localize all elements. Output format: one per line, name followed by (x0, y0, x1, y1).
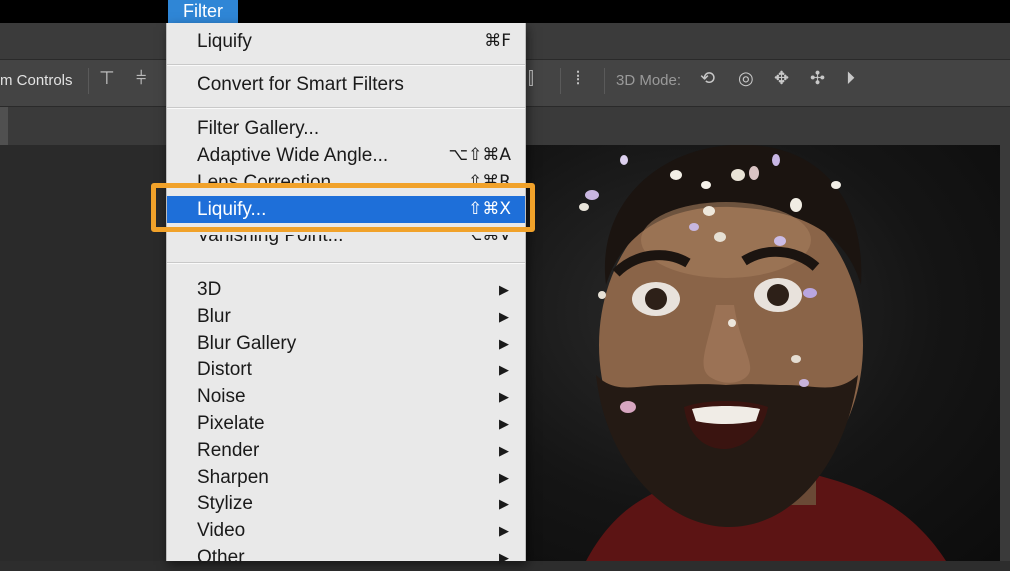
filter-menu-dropdown: Liquify ⌘F Convert for Smart Filters Fil… (166, 23, 526, 568)
menu-item-label: Video (197, 520, 246, 542)
menu-item-render[interactable]: Render ▶ (167, 437, 525, 464)
menu-item-shortcut: ⌥⌘V (462, 235, 511, 245)
menu-separator (167, 65, 525, 66)
toolbar-divider (88, 68, 89, 94)
menu-item-shortcut: ⌥⇧⌘A (448, 145, 511, 165)
submenu-arrow-icon: ▶ (499, 362, 509, 378)
menu-item-blur[interactable]: Blur ▶ (167, 303, 525, 330)
menu-item-label: Stylize (197, 493, 253, 515)
submenu-arrow-icon: ▶ (499, 469, 509, 485)
document-tab[interactable] (0, 107, 8, 145)
menu-item-label: 3D (197, 279, 222, 300)
menu-item-label: Other (197, 547, 245, 568)
menu-item-other[interactable]: Other ▶ (167, 544, 525, 571)
mode-3d-label: 3D Mode: (616, 72, 682, 89)
submenu-arrow-icon: ▶ (499, 416, 509, 431)
drag-3d-icon[interactable]: ✥ (774, 68, 789, 89)
distribute-icon[interactable]: ⫿ (528, 68, 534, 89)
align-vcenter-icon[interactable]: ⫩ (136, 68, 146, 89)
menu-item-filter-gallery[interactable]: Filter Gallery... (167, 115, 525, 142)
menu-item-stylize[interactable]: Stylize ▶ (167, 490, 525, 517)
menu-item-video[interactable]: Video ▶ (167, 517, 525, 544)
menu-separator (167, 108, 525, 109)
menu-item-blur-gallery[interactable]: Blur Gallery ▶ (167, 330, 525, 357)
submenu-arrow-icon: ▶ (499, 442, 509, 458)
menu-item-adaptive-wide-angle[interactable]: Adaptive Wide Angle... ⌥⇧⌘A (167, 142, 525, 169)
submenu-arrow-icon: ▶ (499, 335, 509, 351)
rotate-3d-icon[interactable]: ⟲ (700, 68, 715, 89)
menu-item-label: Render (197, 439, 260, 461)
canvas-margin (1000, 145, 1010, 561)
submenu-arrow-icon: ▶ (499, 523, 509, 539)
menu-item-label: Sharpen (197, 466, 269, 488)
menu-item-shortcut: ⌘F (484, 31, 511, 51)
menu-item-label: Filter Gallery... (197, 118, 320, 139)
align-top-icon[interactable]: ⊤ (99, 68, 115, 89)
menu-item-pixelate[interactable]: Pixelate ▶ (167, 410, 525, 437)
annotation-highlight-box (151, 183, 535, 232)
menu-bar (0, 0, 1010, 23)
menu-item-label: Lens Correction... (197, 172, 347, 184)
menu-separator (167, 263, 525, 264)
slide-3d-icon[interactable]: ✣ (810, 68, 825, 89)
menu-item-label: Convert for Smart Filters (197, 74, 404, 95)
menu-item-convert-smart-filters[interactable]: Convert for Smart Filters (167, 71, 525, 98)
menu-item-label: Pixelate (197, 413, 265, 434)
submenu-arrow-icon: ▶ (499, 308, 509, 324)
menu-item-3d[interactable]: 3D ▶ (167, 276, 525, 303)
menu-item-distort[interactable]: Distort ▶ (167, 356, 525, 383)
photo-illustration (579, 145, 946, 561)
menu-item-sharpen[interactable]: Sharpen ▶ (167, 464, 525, 491)
submenu-arrow-icon: ▶ (499, 550, 509, 565)
menu-item-label: Vanishing Point... (197, 235, 344, 246)
canvas-photo[interactable] (526, 145, 1000, 561)
menu-item-last-filter[interactable]: Liquify ⌘F (167, 28, 525, 55)
menu-item-vanishing-point[interactable]: Vanishing Point... ⌥⌘V (167, 235, 525, 249)
menu-item-shortcut: ⇧⌘R (467, 172, 511, 184)
show-transform-controls-label[interactable]: m Controls (0, 72, 73, 89)
distribute-widths-icon[interactable]: ⦙ (576, 68, 580, 89)
submenu-arrow-icon: ▶ (499, 496, 509, 512)
menu-item-label: Liquify (197, 31, 252, 52)
toolbar-divider (560, 68, 561, 94)
scale-3d-icon[interactable]: ⏵ (846, 68, 855, 89)
menu-item-label: Adaptive Wide Angle... (197, 145, 389, 166)
menu-item-lens-correction[interactable]: Lens Correction... ⇧⌘R (167, 169, 525, 184)
menu-filter[interactable]: Filter (168, 0, 238, 23)
menu-item-label: Blur Gallery (197, 332, 297, 354)
toolbar-divider (604, 68, 605, 94)
submenu-arrow-icon: ▶ (499, 389, 509, 405)
submenu-arrow-icon: ▶ (499, 282, 509, 297)
roll-3d-icon[interactable]: ◎ (738, 68, 754, 89)
menu-item-label: Blur (197, 305, 231, 327)
menu-item-noise[interactable]: Noise ▶ (167, 383, 525, 410)
menu-item-label: Noise (197, 386, 246, 408)
menu-item-label: Distort (197, 359, 252, 381)
